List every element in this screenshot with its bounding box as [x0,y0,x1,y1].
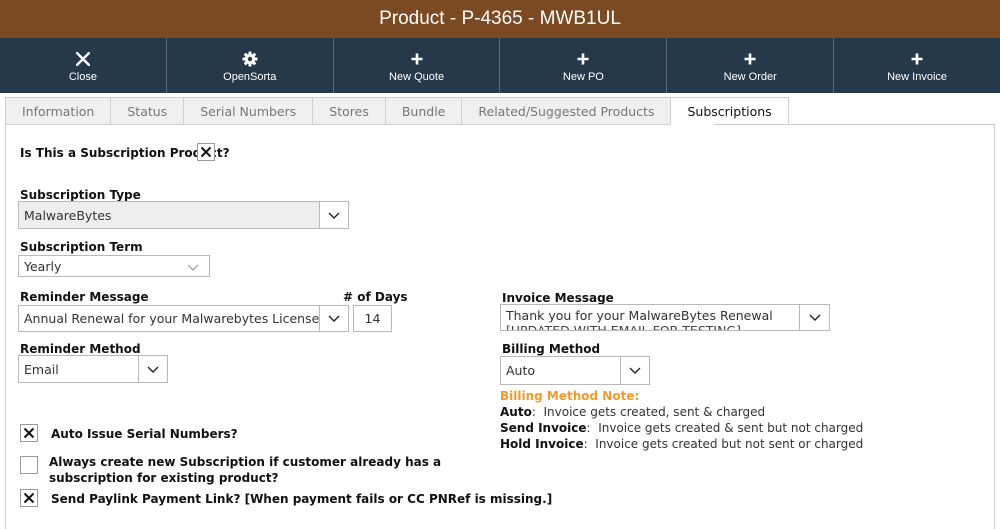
invoice-message-value: Thank you for your MalwareBytes Renewal [506,308,773,323]
new-invoice-label: New Invoice [887,70,948,83]
tab-status[interactable]: Status [110,97,185,125]
subscription-term-value: Yearly [24,258,62,274]
tab-information[interactable]: Information [5,97,112,125]
new-po-button[interactable]: New PO [500,38,668,93]
subscription-term-label: Subscription Term [20,240,143,254]
is-subscription-checkbox[interactable] [197,143,215,161]
new-quote-button[interactable]: New Quote [334,38,501,93]
days-input[interactable]: 14 [353,305,392,332]
invoice-message-value-line2: [UPDATED WITH EMAIL FOR TESTING] [506,323,741,331]
tab-related-suggested-products[interactable]: Related/Suggested Products [461,97,672,125]
send-paylink-label: Send Paylink Payment Link? [When payment… [51,492,553,506]
close-label: Close [68,70,97,83]
always-create-subscription-checkbox[interactable] [20,456,38,474]
auto-issue-serial-label: Auto Issue Serial Numbers? [51,427,238,441]
reminder-message-label: Reminder Message [20,290,149,304]
subscription-type-dropdown-button[interactable] [319,201,349,229]
close-button[interactable]: Close [0,38,167,93]
chevron-down-icon [328,315,340,322]
chevron-down-icon [809,314,820,321]
reminder-method-dropdown-button[interactable] [138,355,168,383]
billing-note-auto: Auto: Invoice gets created, sent & charg… [500,405,766,419]
plus-icon [911,49,923,69]
reminder-method-select[interactable]: Email [18,355,139,383]
new-order-button[interactable]: New Order [667,38,835,93]
new-po-label: New PO [562,70,604,83]
chevron-down-icon [328,212,340,219]
new-invoice-button[interactable]: New Invoice [834,38,1000,93]
opensorta-button[interactable]: OpenSorta [167,38,334,93]
billing-method-dropdown-button[interactable] [620,356,650,385]
billing-note-key: Auto [500,405,532,419]
chevron-down-icon [187,264,199,271]
window-title: Product - P-4365 - MWB1UL [0,0,1000,38]
subscription-term-select[interactable]: Yearly [18,255,210,277]
days-label: # of Days [343,290,408,304]
invoice-message-dropdown-button[interactable] [799,304,830,331]
billing-method-label: Billing Method [502,342,601,356]
checkmark-x-icon [23,492,35,504]
subscription-type-label: Subscription Type [20,188,141,202]
billing-note-text: Invoice gets created but not sent or cha… [595,437,864,451]
gear-icon [242,49,258,69]
checkmark-x-icon [200,146,212,158]
tab-bar: Information Status Serial Numbers Stores… [5,97,789,125]
tab-subscriptions[interactable]: Subscriptions [670,97,789,125]
tab-serial-numbers[interactable]: Serial Numbers [183,97,314,125]
tab-bundle[interactable]: Bundle [384,97,463,125]
billing-note-key: Send Invoice [500,421,587,435]
always-create-line1: Always create new Subscription if custom… [49,455,442,469]
billing-note-text: Invoice gets created, sent & charged [543,405,766,419]
opensorta-label: OpenSorta [223,70,277,83]
close-icon [75,49,90,69]
new-order-label: New Order [723,70,777,83]
tab-stores[interactable]: Stores [312,97,386,125]
toolbar: Close OpenSorta New Quote New PO New Ord… [0,38,1000,93]
plus-icon [577,49,589,69]
billing-note-send-invoice: Send Invoice: Invoice gets created & sen… [500,421,864,435]
billing-note-text: Invoice gets created & sent but not char… [598,421,864,435]
always-create-subscription-label: Always create new Subscription if custom… [49,454,441,486]
billing-note-hold-invoice: Hold Invoice: Invoice gets created but n… [500,437,864,451]
auto-issue-serial-checkbox[interactable] [20,424,38,442]
always-create-line2: subscription for existing product? [49,471,279,485]
billing-note-key: Hold Invoice [500,437,584,451]
new-quote-label: New Quote [389,70,445,83]
billing-method-select[interactable]: Auto [500,356,621,385]
chevron-down-icon [147,366,159,373]
invoice-message-label: Invoice Message [502,291,614,305]
checkmark-x-icon [23,427,35,439]
plus-icon [744,49,756,69]
reminder-message-select[interactable]: Annual Renewal for your Malwarebytes Lic… [18,305,320,332]
chevron-down-icon [629,367,641,374]
reminder-method-label: Reminder Method [20,342,141,356]
invoice-message-select[interactable]: Thank you for your MalwareBytes Renewal … [500,304,800,331]
reminder-message-dropdown-button[interactable] [319,305,349,332]
send-paylink-checkbox[interactable] [20,489,38,507]
billing-method-note-title: Billing Method Note: [500,389,640,403]
plus-icon [411,49,423,69]
subscription-type-select[interactable]: MalwareBytes [18,201,320,229]
